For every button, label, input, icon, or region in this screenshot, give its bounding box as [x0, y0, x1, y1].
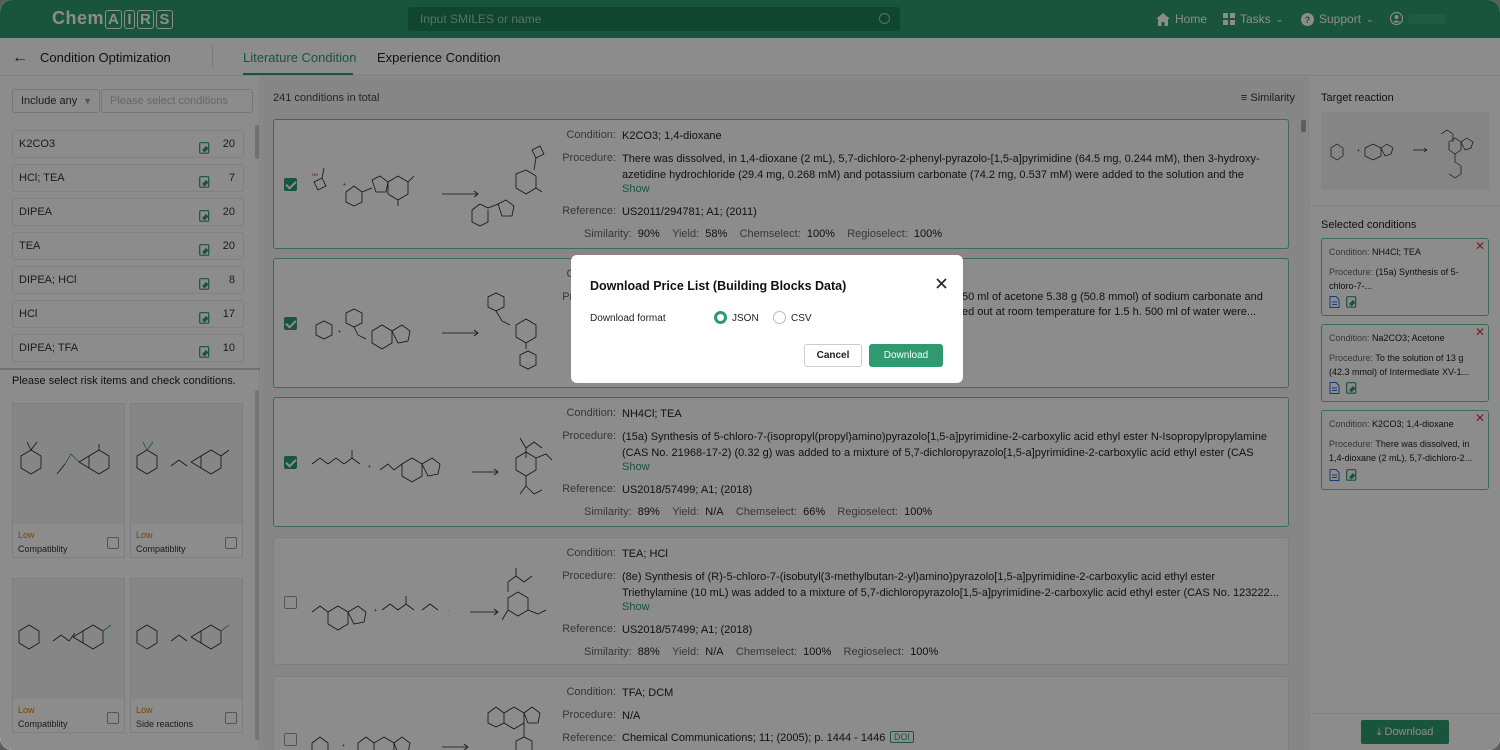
cancel-button[interactable]: Cancel [804, 344, 862, 367]
format-label: Download format [590, 313, 666, 324]
dialog-title: Download Price List (Building Blocks Dat… [590, 279, 847, 293]
confirm-download-button[interactable]: Download [869, 344, 943, 367]
app-window: Chem A I R S Input SMILES or name Home Tasks… [0, 0, 1500, 750]
radio-csv[interactable] [773, 311, 786, 324]
close-icon[interactable] [936, 276, 947, 294]
download-dialog: Download Price List (Building Blocks Dat… [571, 255, 963, 383]
radio-json[interactable] [714, 311, 727, 324]
radio-json-label[interactable]: JSON [732, 313, 759, 324]
radio-csv-label[interactable]: CSV [791, 313, 812, 324]
